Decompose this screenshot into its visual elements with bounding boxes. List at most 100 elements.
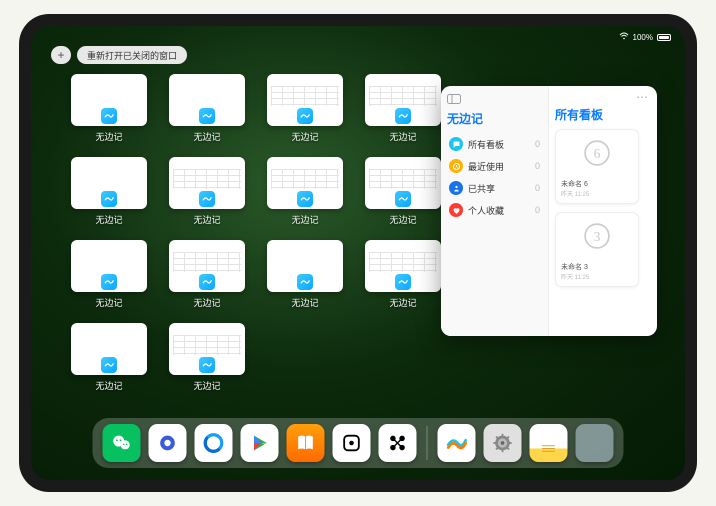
freeform-icon — [395, 191, 411, 207]
expose-window[interactable]: 无边记 — [169, 240, 245, 309]
dock-app-play[interactable] — [241, 424, 279, 462]
window-thumbnail — [71, 157, 147, 209]
top-controls: + 重新打开已关闭的窗口 — [51, 46, 187, 64]
window-thumbnail — [169, 157, 245, 209]
reopen-label: 重新打开已关闭的窗口 — [87, 49, 177, 62]
window-label: 无边记 — [291, 296, 318, 309]
freeform-icon — [199, 274, 215, 290]
freeform-icon — [101, 108, 117, 124]
freeform-icon — [101, 357, 117, 373]
plus-icon: + — [57, 48, 64, 62]
board-meta: 未命名 3昨天 11:25 — [556, 259, 638, 286]
window-thumbnail — [169, 74, 245, 126]
panel-content: ⋯ 所有看板 6 未命名 6昨天 11:25 3 未命名 3昨天 11:25 — [549, 86, 657, 336]
new-window-button[interactable]: + — [51, 46, 71, 64]
board-time: 昨天 11:25 — [561, 272, 633, 281]
expose-window[interactable]: 无边记 — [365, 157, 441, 226]
sidebar-item-count: 0 — [535, 139, 540, 149]
board-card[interactable]: 3 未命名 3昨天 11:25 — [555, 212, 639, 287]
dock-separator — [427, 426, 428, 460]
expose-window[interactable]: 无边记 — [71, 74, 147, 143]
freeform-icon — [297, 274, 313, 290]
dock-app-wechat[interactable] — [103, 424, 141, 462]
expose-window[interactable]: 无边记 — [365, 74, 441, 143]
expose-window[interactable]: 无边记 — [169, 74, 245, 143]
freeform-icon — [297, 191, 313, 207]
dock — [93, 418, 624, 468]
window-label: 无边记 — [95, 213, 122, 226]
dock-app-books[interactable] — [287, 424, 325, 462]
board-name: 未命名 3 — [561, 262, 633, 272]
sidebar-item-label: 已共享 — [468, 182, 495, 195]
board-card[interactable]: 6 未命名 6昨天 11:25 — [555, 129, 639, 204]
window-thumbnail — [267, 74, 343, 126]
freeform-icon — [199, 191, 215, 207]
sidebar-toggle[interactable] — [447, 94, 542, 104]
dock-app-settings[interactable] — [484, 424, 522, 462]
freeform-icon — [395, 274, 411, 290]
expose-window[interactable]: 无边记 — [365, 240, 441, 309]
screen: 100% + 重新打开已关闭的窗口 无边记无边记无边记无边记无边记无边记无边记无… — [31, 26, 685, 480]
freeform-icon — [101, 191, 117, 207]
sidebar-item-label: 最近使用 — [468, 160, 504, 173]
sidebar-item[interactable]: 个人收藏0 — [447, 199, 542, 221]
more-button[interactable]: ⋯ — [636, 90, 649, 104]
expose-grid: 无边记无边记无边记无边记无边记无边记无边记无边记无边记无边记无边记无边记无边记无… — [71, 74, 451, 392]
expose-window[interactable]: 无边记 — [71, 240, 147, 309]
window-label: 无边记 — [291, 213, 318, 226]
expose-window[interactable]: 无边记 — [71, 157, 147, 226]
sidebar-item-label: 所有看板 — [468, 138, 504, 151]
window-label: 无边记 — [95, 379, 122, 392]
freeform-icon — [101, 274, 117, 290]
dock-app-freeform[interactable] — [438, 424, 476, 462]
window-label: 无边记 — [389, 130, 416, 143]
reopen-closed-window-button[interactable]: 重新打开已关闭的窗口 — [77, 46, 187, 64]
wifi-icon — [619, 32, 629, 42]
window-label: 无边记 — [389, 296, 416, 309]
sidebar-item[interactable]: 已共享0 — [447, 177, 542, 199]
share-icon — [449, 181, 463, 195]
board-meta: 未命名 6昨天 11:25 — [556, 176, 638, 203]
window-label: 无边记 — [291, 130, 318, 143]
expose-window[interactable]: 无边记 — [71, 323, 147, 392]
expose-window[interactable]: 无边记 — [267, 74, 343, 143]
dock-app-qqbrowser[interactable] — [195, 424, 233, 462]
svg-text:3: 3 — [594, 229, 601, 244]
battery-pct: 100% — [633, 33, 653, 42]
content-title: 所有看板 — [555, 106, 651, 123]
sidebar-item-count: 0 — [535, 161, 540, 171]
board-preview: 6 — [556, 130, 638, 176]
panel-sidebar: 无边记 所有看板0最近使用0已共享0个人收藏0 — [441, 86, 549, 336]
expose-window[interactable]: 无边记 — [267, 240, 343, 309]
dock-folder[interactable] — [576, 424, 614, 462]
window-label: 无边记 — [95, 130, 122, 143]
sidebar-item-count: 0 — [535, 205, 540, 215]
sidebar-item[interactable]: 最近使用 0 — [447, 155, 542, 177]
window-thumbnail — [365, 157, 441, 209]
window-label: 无边记 — [193, 379, 220, 392]
window-thumbnail — [365, 240, 441, 292]
dock-app-dice[interactable] — [333, 424, 371, 462]
dock-app-quark[interactable] — [149, 424, 187, 462]
freeform-icon — [199, 357, 215, 373]
window-label: 无边记 — [95, 296, 122, 309]
sidebar-item[interactable]: 所有看板 0 — [447, 133, 542, 155]
freeform-panel[interactable]: 无边记 所有看板0最近使用0已共享0个人收藏0 ⋯ 所有看板 6未命名 6昨天 … — [441, 86, 657, 336]
expose-window[interactable]: 无边记 — [169, 323, 245, 392]
svg-text:6: 6 — [594, 146, 601, 161]
window-thumbnail — [71, 240, 147, 292]
status-bar: 100% — [619, 32, 671, 42]
sidebar-icon — [447, 94, 461, 104]
window-thumbnail — [365, 74, 441, 126]
freeform-icon — [395, 108, 411, 124]
chat-icon — [449, 137, 463, 151]
expose-window[interactable]: 无边记 — [267, 157, 343, 226]
window-thumbnail — [267, 157, 343, 209]
dock-app-connect[interactable] — [379, 424, 417, 462]
expose-window[interactable]: 无边记 — [169, 157, 245, 226]
window-thumbnail — [71, 323, 147, 375]
window-label: 无边记 — [389, 213, 416, 226]
dock-app-notes[interactable] — [530, 424, 568, 462]
window-thumbnail — [267, 240, 343, 292]
battery-icon — [657, 34, 671, 41]
